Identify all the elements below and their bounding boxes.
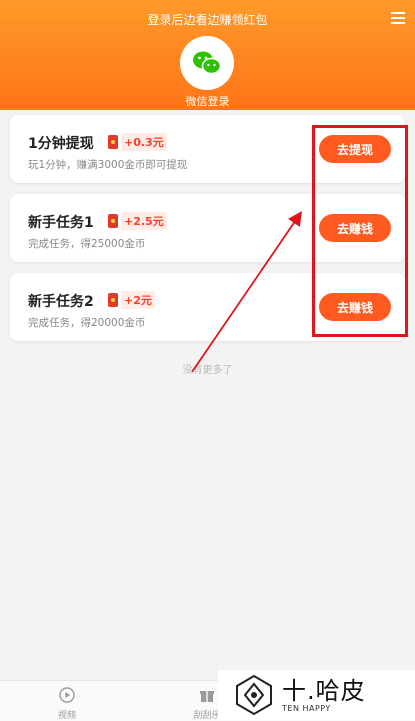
- wechat-login-button[interactable]: [180, 36, 234, 90]
- play-icon: [59, 687, 75, 703]
- reward-tag: +2元: [108, 291, 155, 309]
- reward-amount: +2.5元: [121, 212, 167, 230]
- task-description: 完成任务，得20000金币: [28, 317, 146, 329]
- wechat-icon: [193, 51, 222, 75]
- reward-tag: +0.3元: [108, 133, 167, 151]
- red-packet-icon: [108, 293, 118, 307]
- watermark: 十.哈皮 TEN HAPPY: [218, 670, 415, 720]
- reward-amount: +2元: [121, 291, 155, 309]
- wechat-login-label[interactable]: 微信登录: [0, 93, 415, 109]
- menu-icon[interactable]: [391, 12, 405, 24]
- task-title: 新手任务2: [28, 294, 94, 310]
- header: 登录后边看边赚领红包 微信登录: [0, 0, 415, 110]
- gift-icon: [200, 691, 214, 702]
- red-packet-icon: [108, 135, 118, 149]
- task-title: 新手任务1: [28, 215, 94, 231]
- reward-amount: +0.3元: [121, 133, 167, 151]
- watermark-subtext: TEN HAPPY: [282, 703, 331, 713]
- nav-label: 视频: [57, 711, 76, 721]
- highlight-box: [312, 125, 408, 337]
- task-description: 完成任务，得25000金币: [28, 238, 146, 250]
- task-description: 玩1分钟，赚满3000金币即可提现: [28, 159, 188, 171]
- reward-tag: +2.5元: [108, 212, 167, 230]
- watermark-text: 十.哈皮: [282, 676, 366, 705]
- watermark-logo: [236, 674, 272, 716]
- red-packet-icon: [108, 214, 118, 228]
- no-more-label: 没有更多了: [182, 365, 233, 376]
- nav-item-video[interactable]: 视频: [42, 687, 92, 721]
- task-title: 1分钟提现: [28, 136, 94, 152]
- header-title: 登录后边看边赚领红包: [147, 13, 268, 27]
